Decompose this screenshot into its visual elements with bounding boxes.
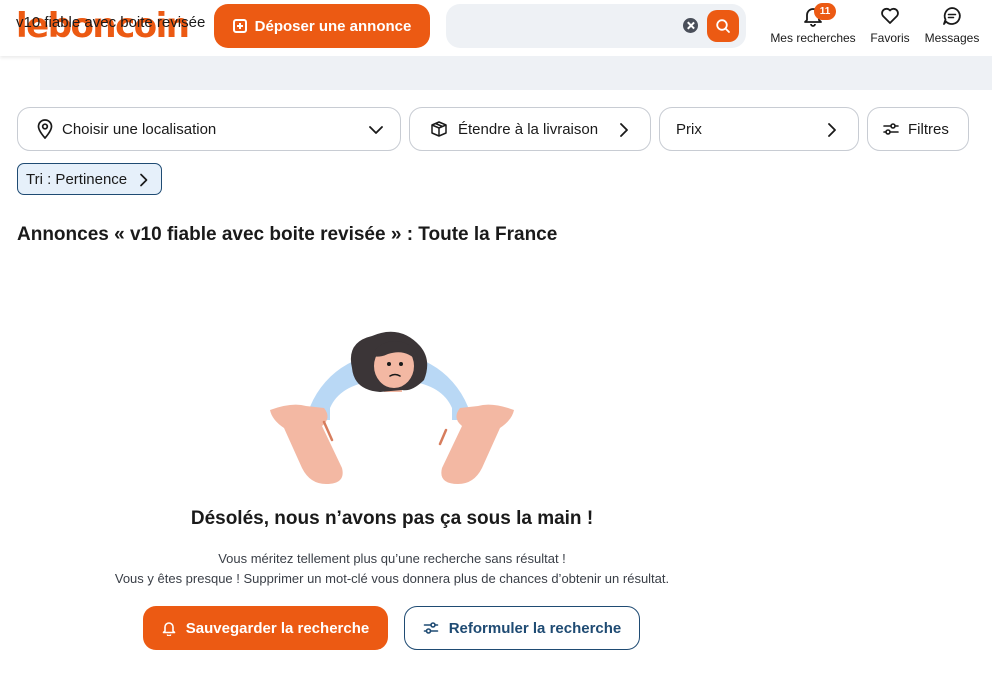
delivery-filter[interactable]: Étendre à la livraison (409, 107, 651, 151)
search-input[interactable] (16, 10, 230, 34)
header: leboncoin Déposer une annonce Mes recher… (0, 0, 992, 56)
search-icon (716, 19, 730, 33)
more-filters-label: Filtres (908, 120, 949, 138)
post-ad-label: Déposer une annonce (254, 17, 412, 35)
sort-label: Tri : Pertinence (26, 170, 128, 188)
chevron-right-icon (620, 123, 628, 137)
sliders-icon (423, 622, 439, 634)
clear-search-icon[interactable] (683, 18, 698, 33)
chevron-down-icon (369, 126, 383, 134)
nav-my-searches[interactable]: Mes recherches (770, 5, 856, 45)
sort-button[interactable]: Tri : Pertinence (17, 163, 162, 195)
ad-banner-placeholder (40, 56, 992, 90)
plus-square-icon (232, 19, 247, 33)
location-filter[interactable]: Choisir une localisation (17, 107, 401, 151)
sliders-icon (883, 123, 899, 135)
nav-favorites-label: Favoris (870, 31, 910, 45)
empty-state-heading: Désolés, nous n’avons pas ça sous la mai… (190, 508, 594, 529)
bell-icon (162, 622, 176, 636)
location-filter-label: Choisir une localisation (62, 120, 217, 138)
package-icon (431, 121, 447, 137)
search-bar (446, 4, 746, 48)
empty-state-message-2: Vous y êtes presque ! Supprimer un mot-c… (114, 571, 670, 586)
location-pin-icon (37, 119, 53, 139)
nav-favorites[interactable]: Favoris (866, 5, 914, 45)
heart-icon (881, 7, 899, 24)
reformulate-search-button[interactable]: Reformuler la recherche (404, 606, 640, 650)
notification-badge: 11 (814, 3, 836, 20)
empty-state-illustration (270, 331, 514, 488)
price-filter[interactable]: Prix (659, 107, 859, 151)
chevron-right-icon (828, 123, 836, 137)
reformulate-search-label: Reformuler la recherche (448, 619, 622, 637)
more-filters-button[interactable]: Filtres (867, 107, 969, 151)
post-ad-button[interactable]: Déposer une annonce (214, 4, 430, 48)
price-filter-label: Prix (676, 120, 702, 138)
empty-state-message-1: Vous méritez tellement plus qu’une reche… (218, 551, 566, 566)
results-title: Annonces « v10 fiable avec boite revisée… (17, 224, 558, 245)
delivery-filter-label: Étendre à la livraison (458, 120, 599, 138)
chevron-right-icon (140, 173, 148, 187)
nav-messages-label: Messages (924, 31, 980, 45)
nav-my-searches-label: Mes recherches (770, 31, 856, 45)
save-search-label: Sauvegarder la recherche (185, 619, 370, 637)
search-button[interactable] (707, 10, 739, 42)
nav-messages[interactable]: Messages (922, 5, 982, 45)
message-icon (943, 7, 961, 25)
save-search-button[interactable]: Sauvegarder la recherche (143, 606, 388, 650)
